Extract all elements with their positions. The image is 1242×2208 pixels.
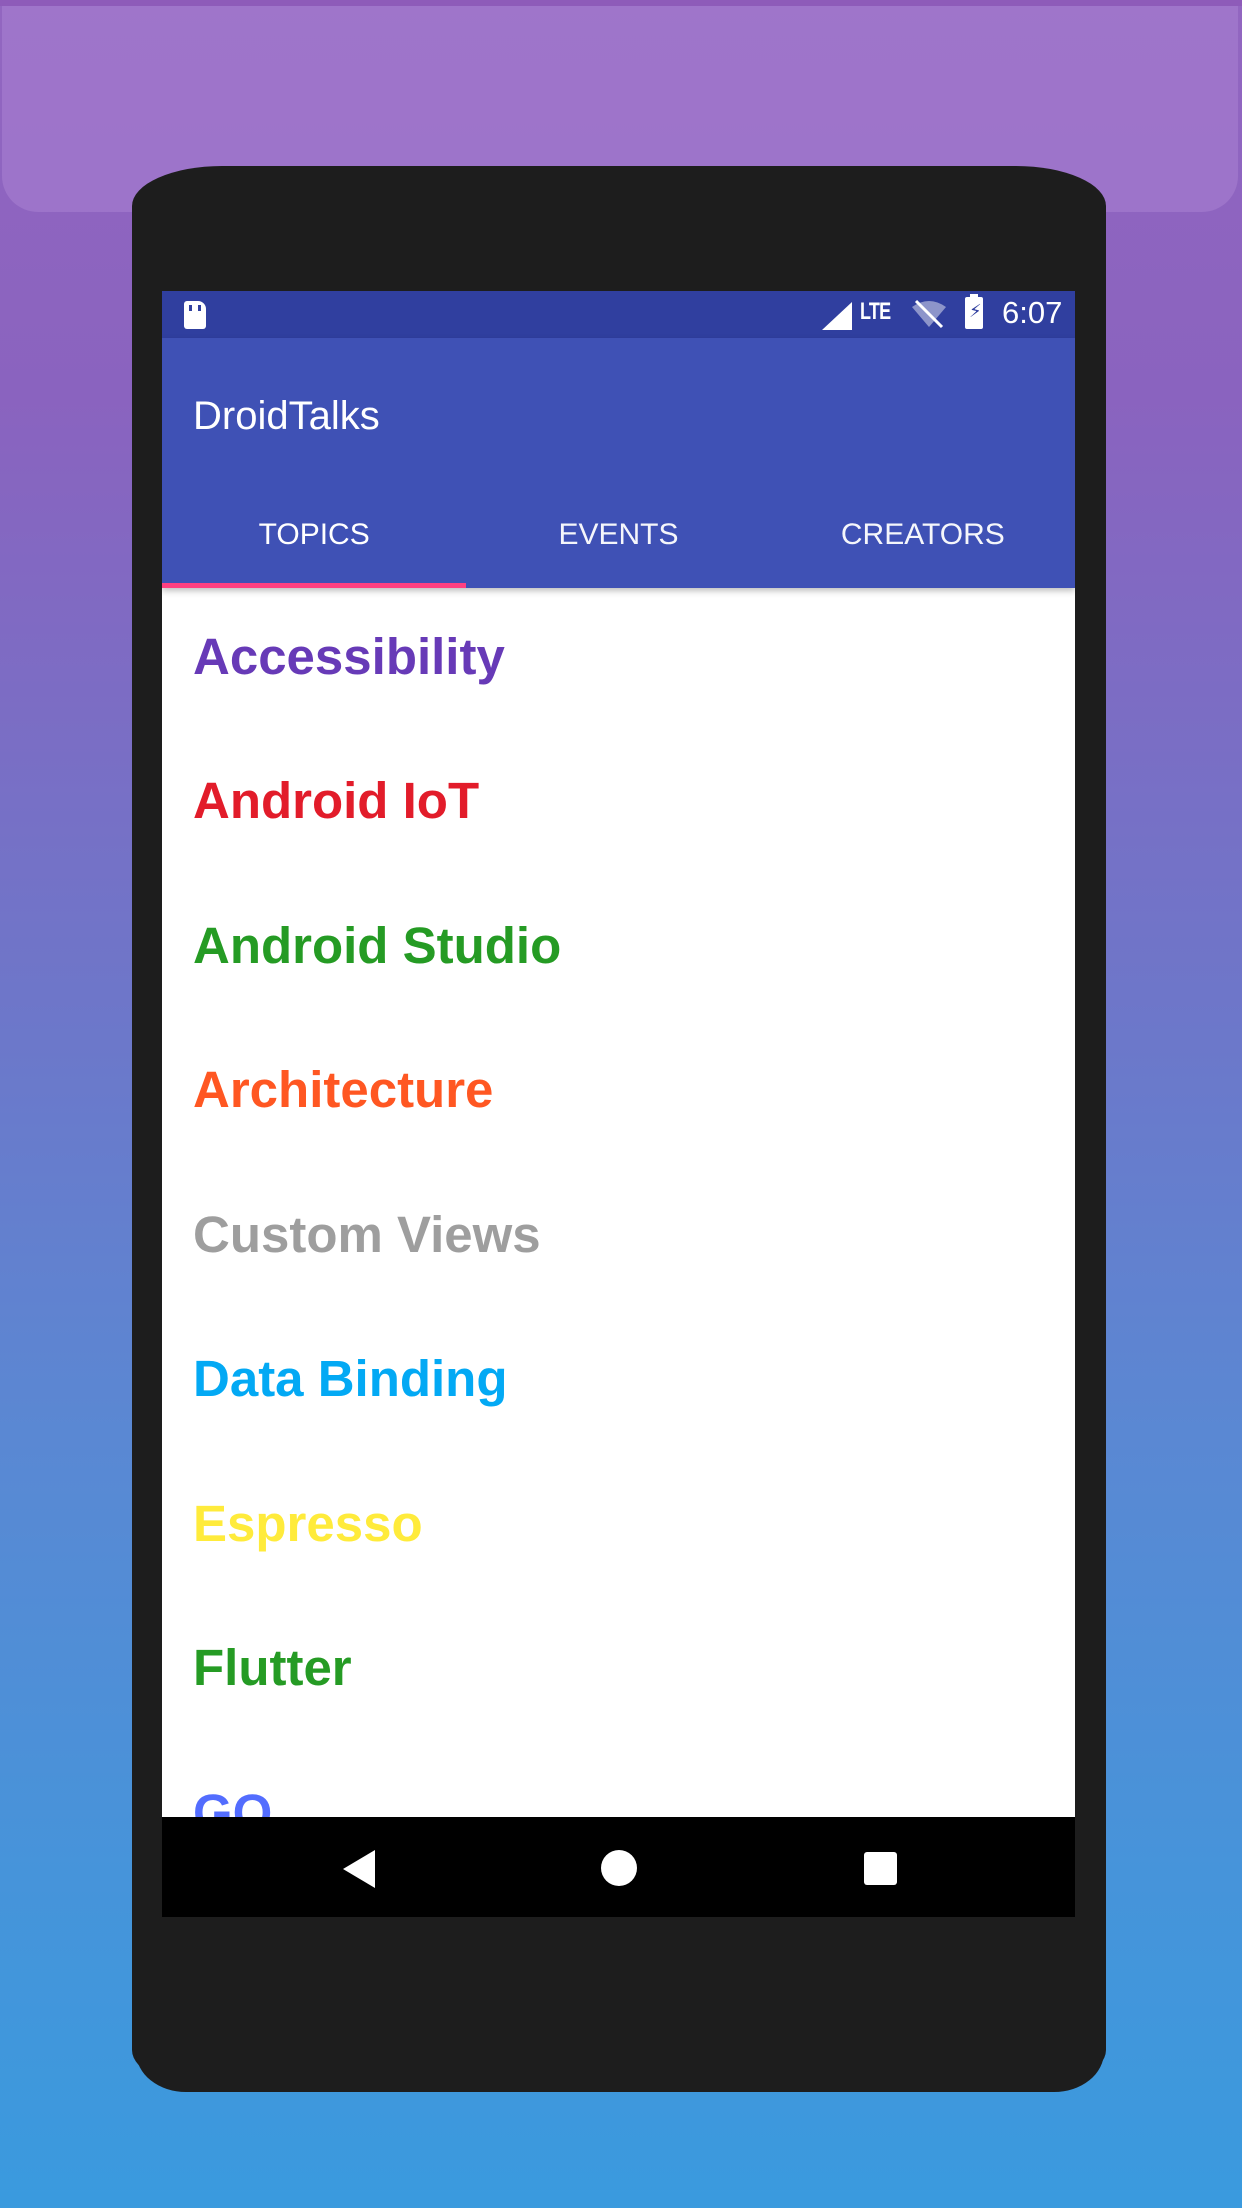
topic-item[interactable]: Architecture bbox=[162, 1018, 1075, 1163]
battery-charging-icon: ⚡ bbox=[965, 294, 983, 329]
topic-item[interactable]: Custom Views bbox=[162, 1162, 1075, 1307]
app-bar: DroidTalks TOPICS EVENTS CREATORS bbox=[162, 338, 1075, 588]
tab-topics[interactable]: TOPICS bbox=[162, 490, 466, 588]
recents-icon[interactable] bbox=[864, 1852, 897, 1885]
back-icon[interactable] bbox=[343, 1850, 375, 1888]
wifi-off-icon bbox=[912, 299, 946, 329]
topic-item[interactable]: Data Binding bbox=[162, 1307, 1075, 1452]
home-icon[interactable] bbox=[601, 1850, 637, 1886]
topic-item[interactable]: Accessibility bbox=[162, 584, 1075, 729]
status-bar: LTE ⚡ 6:07 bbox=[162, 291, 1075, 338]
phone-screen: LTE ⚡ 6:07 DroidTalks TOPICS EVENTS CREA… bbox=[162, 291, 1075, 1917]
topic-item[interactable]: Android IoT bbox=[162, 729, 1075, 874]
topic-item[interactable]: Espresso bbox=[162, 1451, 1075, 1596]
topic-item[interactable]: Android Studio bbox=[162, 873, 1075, 1018]
network-type-label: LTE bbox=[860, 298, 891, 325]
navigation-bar bbox=[162, 1817, 1075, 1917]
topic-list: Accessibility Android IoT Android Studio… bbox=[162, 588, 1075, 1885]
tab-events[interactable]: EVENTS bbox=[466, 490, 770, 588]
status-clock: 6:07 bbox=[1002, 295, 1063, 330]
app-title: DroidTalks bbox=[193, 394, 380, 438]
topic-item[interactable]: Flutter bbox=[162, 1596, 1075, 1741]
sd-card-icon bbox=[184, 301, 206, 329]
tab-creators[interactable]: CREATORS bbox=[771, 490, 1075, 588]
tab-bar: TOPICS EVENTS CREATORS bbox=[162, 490, 1075, 588]
cell-signal-icon bbox=[822, 302, 852, 330]
